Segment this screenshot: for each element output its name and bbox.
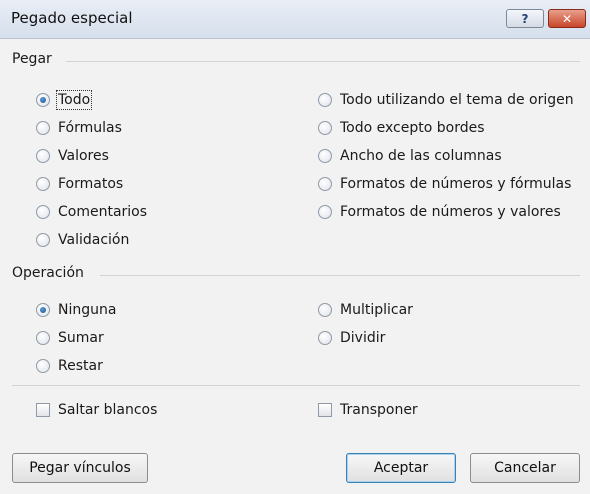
options-divider [12,385,580,386]
operation-option-divide[interactable]: Dividir [318,328,385,348]
paste-option-all-except-borders[interactable]: Todo excepto bordes [318,118,485,138]
dialog-title: Pegado especial [11,9,133,27]
paste-special-dialog: Pegado especial ? ✕ Pegar Todo Fórmulas … [0,0,590,494]
title-bar: Pegado especial ? ✕ [0,0,590,39]
paste-option-label: Fórmulas [58,120,122,136]
radio-icon [318,303,332,317]
paste-links-button[interactable]: Pegar vínculos [12,453,148,483]
help-icon: ? [521,11,529,26]
paste-option-label: Todo [55,90,93,110]
paste-option-label: Formatos [58,176,124,192]
skip-blanks-checkbox[interactable]: Saltar blancos [36,400,157,420]
paste-section-label: Pegar [12,51,52,67]
operation-section-divider [100,275,580,276]
radio-icon [36,149,50,163]
radio-selected-icon [36,303,50,317]
help-button[interactable]: ? [506,9,544,28]
paste-option-comments[interactable]: Comentarios [36,202,147,222]
operation-option-label: Ninguna [58,302,117,318]
operation-option-label: Multiplicar [340,302,413,318]
radio-icon [36,359,50,373]
operation-option-add[interactable]: Sumar [36,328,104,348]
operation-option-multiply[interactable]: Multiplicar [318,300,413,320]
close-button[interactable]: ✕ [548,9,586,28]
paste-option-number-formats-values[interactable]: Formatos de números y valores [318,202,561,222]
paste-option-label: Validación [58,232,130,248]
operation-option-label: Dividir [340,330,386,346]
close-icon: ✕ [561,11,573,26]
operation-option-none[interactable]: Ninguna [36,300,116,320]
accept-button[interactable]: Aceptar [346,453,456,483]
radio-icon [36,233,50,247]
paste-option-label: Formatos de números y valores [340,204,561,220]
radio-icon [318,205,332,219]
radio-icon [36,331,50,345]
paste-option-values[interactable]: Valores [36,146,109,166]
transpose-label: Transponer [340,402,418,418]
radio-icon [318,149,332,163]
paste-option-column-widths[interactable]: Ancho de las columnas [318,146,502,166]
skip-blanks-label: Saltar blancos [58,402,158,418]
paste-option-label: Comentarios [58,204,148,220]
transpose-checkbox[interactable]: Transponer [318,400,418,420]
operation-option-label: Restar [58,358,103,374]
paste-option-label: Formatos de números y fórmulas [340,176,572,192]
paste-option-formats[interactable]: Formatos [36,174,123,194]
radio-icon [36,177,50,191]
radio-icon [36,205,50,219]
checkbox-icon [36,403,50,417]
radio-selected-icon [36,93,50,107]
radio-icon [318,121,332,135]
paste-option-label: Ancho de las columnas [340,148,502,164]
paste-section-divider [66,61,580,62]
paste-option-validation[interactable]: Validación [36,230,129,250]
paste-option-all-source-theme[interactable]: Todo utilizando el tema de origen [318,90,574,110]
operation-option-label: Sumar [58,330,104,346]
paste-option-number-formats-formulas[interactable]: Formatos de números y fórmulas [318,174,571,194]
paste-option-formulas[interactable]: Fórmulas [36,118,122,138]
paste-option-label: Todo excepto bordes [340,120,485,136]
radio-icon [318,177,332,191]
radio-icon [36,121,50,135]
radio-icon [318,331,332,345]
cancel-button[interactable]: Cancelar [470,453,580,483]
paste-option-label: Valores [58,148,109,164]
operation-option-subtract[interactable]: Restar [36,356,103,376]
checkbox-icon [318,403,332,417]
paste-option-todo[interactable]: Todo [36,90,93,110]
paste-option-label: Todo utilizando el tema de origen [340,92,574,108]
radio-icon [318,93,332,107]
operation-section-label: Operación [12,265,84,281]
